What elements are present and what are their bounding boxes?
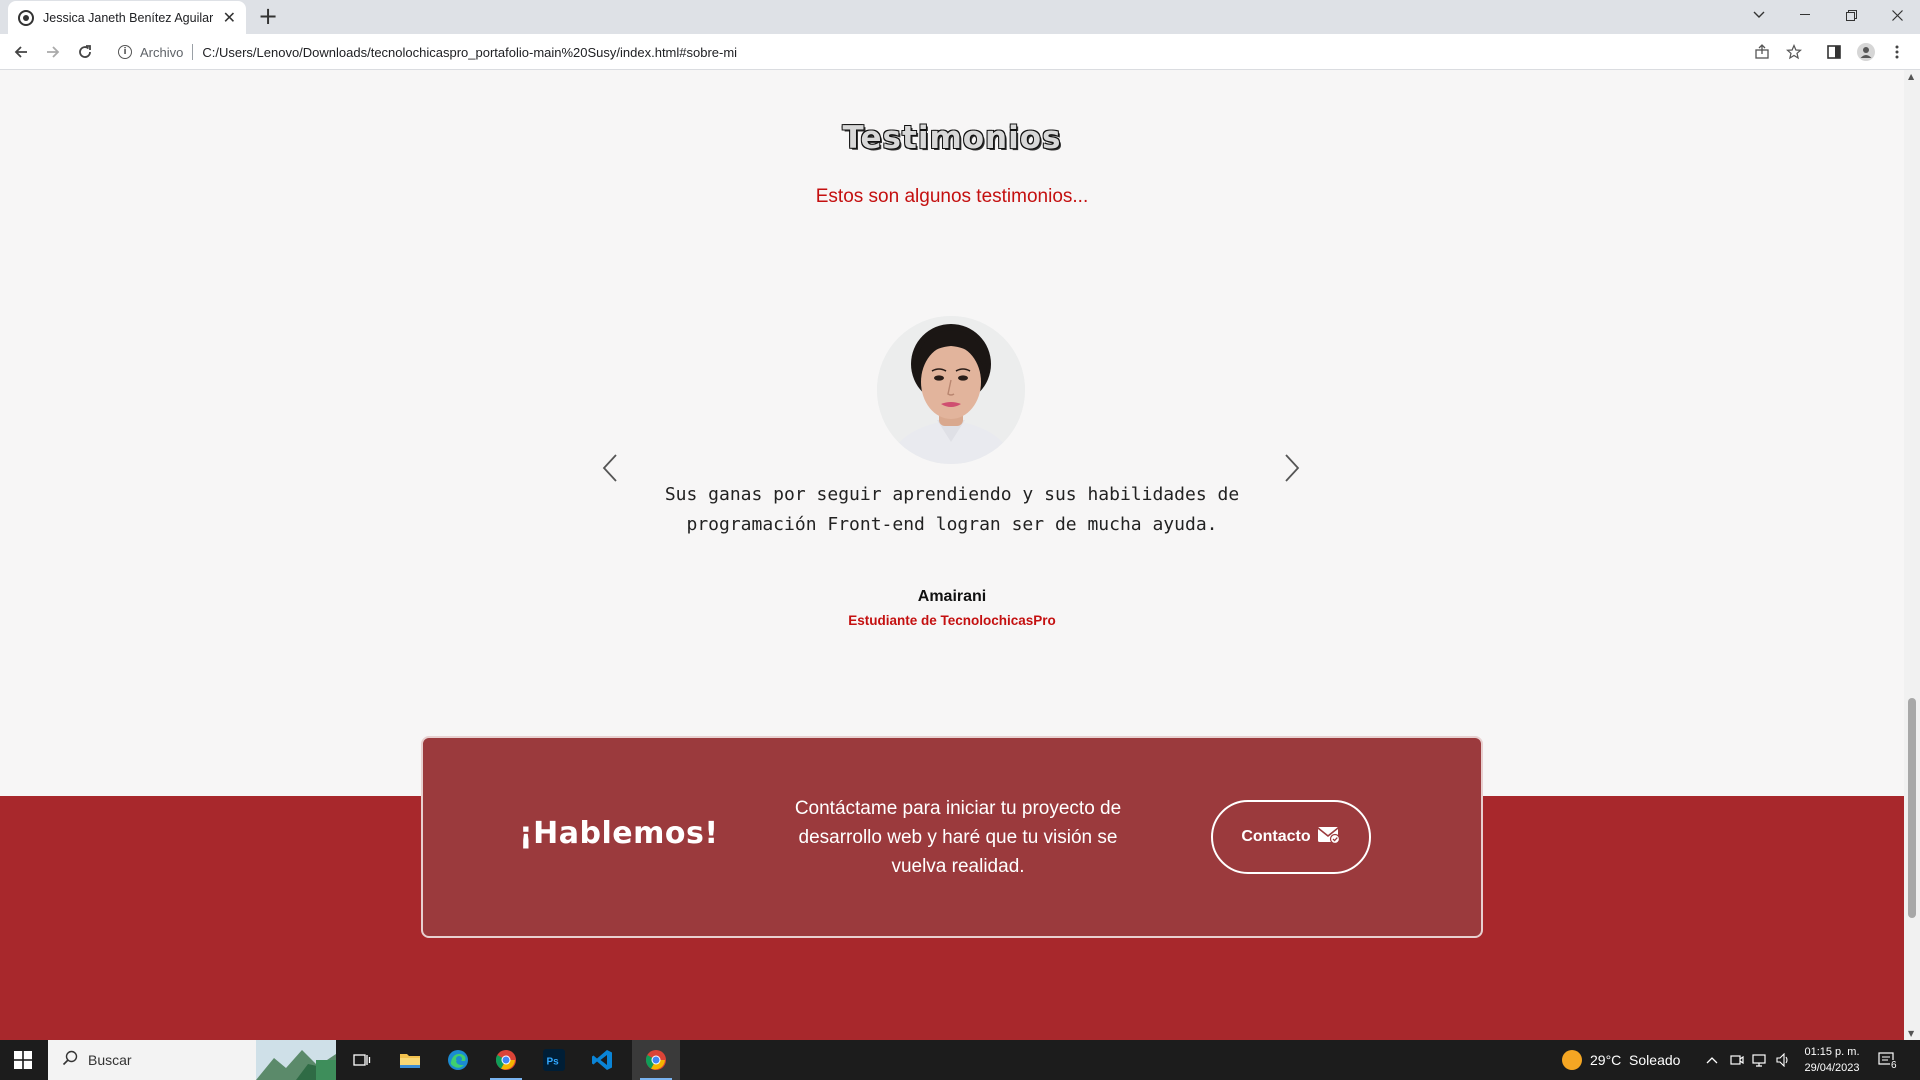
contact-button[interactable]: Contacto [1211,800,1371,874]
envelope-icon [1317,826,1341,849]
edge-browser-icon[interactable] [434,1040,482,1080]
testimonial-quote: Sus ganas por seguir aprendiendo y sus h… [664,484,1240,535]
notification-count-badge: 6 [1890,1059,1898,1071]
search-icon [62,1050,78,1070]
url-text[interactable]: C:/Users/Lenovo/Downloads/tecnolochicasp… [202,45,737,60]
address-bar: i Archivo C:/Users/Lenovo/Downloads/tecn… [0,34,1920,70]
show-hidden-icons-chevron-icon[interactable] [1706,1040,1718,1080]
file-explorer-icon[interactable] [386,1040,434,1080]
omnibox-separator [192,44,194,60]
network-icon[interactable] [1752,1040,1768,1080]
notification-center-icon[interactable]: 6 [1878,1040,1898,1080]
clock-time: 01:15 p. m. [1804,1046,1860,1058]
testimonials-subtitle: Estos son algunos testimonios... [815,186,1089,207]
restore-button[interactable] [1828,0,1874,30]
weather-text: 29°C Soleado [1590,1052,1681,1068]
browser-tab[interactable]: Jessica Janeth Benítez Aguilar | D ✕ [8,1,246,34]
side-panel-icon[interactable] [1824,42,1844,62]
volume-icon[interactable] [1776,1040,1792,1080]
cta-description: Contáctame para iniciar tu proyecto de d… [794,798,1122,877]
search-highlight-illustration-icon [256,1040,336,1080]
testimonial-role: Estudiante de TecnolochicasPro [848,613,1056,628]
profile-avatar-icon[interactable] [1856,42,1876,62]
chrome-active-window-icon[interactable] [632,1040,680,1080]
meet-now-icon[interactable] [1730,1040,1744,1080]
minimize-button[interactable] [1782,0,1828,30]
omnibox[interactable]: i Archivo C:/Users/Lenovo/Downloads/tecn… [110,38,1790,66]
share-icon[interactable] [1752,42,1772,62]
testimonial-avatar [877,316,1025,464]
vertical-scrollbar[interactable]: ▲ ▼ [1904,70,1920,1040]
scroll-down-icon[interactable]: ▼ [1908,1029,1914,1038]
tab-title: Jessica Janeth Benítez Aguilar | D [43,10,213,25]
windows-taskbar: Buscar Ps 29°C Soleado 01:15 p. m. 29/04… [0,1040,1920,1080]
sun-icon [1562,1050,1582,1070]
testimonials-title: Testimonios [842,120,1062,156]
contact-cta-card: ¡Hablemos! Contáctame para iniciar tu pr… [421,736,1483,938]
bookmark-star-icon[interactable] [1784,42,1804,62]
weather-widget[interactable]: 29°C Soleado [1562,1040,1680,1080]
page-viewport: Testimonios Estos son algunos testimonio… [0,70,1904,1040]
clock-date: 29/04/2023 [1804,1062,1860,1074]
close-window-button[interactable] [1874,0,1920,30]
svg-text:Ps: Ps [547,1057,560,1068]
scroll-up-icon[interactable]: ▲ [1908,72,1914,81]
file-scheme-label: Archivo [140,44,184,60]
new-tab-button[interactable]: + [258,4,278,28]
close-tab-icon[interactable]: ✕ [223,9,236,26]
chrome-icon[interactable] [482,1040,530,1080]
carousel-next-icon[interactable] [1280,448,1304,488]
windows-start-icon[interactable] [0,1040,46,1080]
carousel-prev-icon[interactable] [598,448,622,488]
tab-strip: Jessica Janeth Benítez Aguilar | D ✕ + [0,0,1920,34]
testimonial-author: Amairani [917,588,987,605]
system-clock[interactable]: 01:15 p. m. 29/04/2023 [1800,1044,1864,1076]
tab-search-icon[interactable] [1736,0,1782,30]
taskbar-search-box[interactable]: Buscar [48,1040,336,1080]
back-arrow-icon[interactable] [9,40,33,64]
photoshop-icon[interactable]: Ps [530,1040,578,1080]
cta-title: ¡Hablemos! [519,816,719,851]
contact-button-label: Contacto [1241,828,1311,845]
task-view-icon[interactable] [338,1040,386,1080]
site-info-icon[interactable]: i [118,45,132,59]
reload-icon[interactable] [73,40,97,64]
forward-arrow-icon[interactable] [41,40,65,64]
scrollbar-thumb[interactable] [1908,698,1916,918]
taskbar-search-placeholder: Buscar [88,1052,132,1068]
site-favicon-icon [18,9,34,26]
browser-menu-icon[interactable] [1887,42,1907,62]
vscode-icon[interactable] [578,1040,626,1080]
